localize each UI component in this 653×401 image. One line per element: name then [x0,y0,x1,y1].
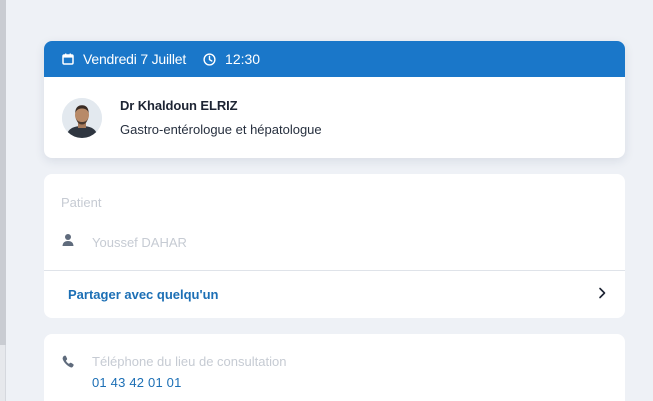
phone-number-link[interactable]: 01 43 42 01 01 [92,375,182,390]
doctor-specialty: Gastro-entérologue et hépatologue [120,122,322,137]
doctor-avatar [62,97,102,138]
page-scrollbar-thumb[interactable] [0,0,6,345]
share-button[interactable]: Partager avec quelqu'un [44,271,625,318]
clock-icon [203,52,216,66]
patient-card: Patient Youssef DAHAR Partager avec quel… [44,174,625,318]
appointment-date: Vendredi 7 Juillet [83,51,187,67]
patient-name: Youssef DAHAR [92,235,187,250]
appointment-time: 12:30 [225,51,261,67]
person-icon [61,233,75,252]
location-card: Téléphone du lieu de consultation 01 43 … [44,334,625,401]
appointment-card: Vendredi 7 Juillet 12:30 Dr Khaldoun ELR… [44,41,625,158]
chevron-right-icon [597,286,607,304]
doctor-text: Dr Khaldoun ELRIZ Gastro-entérologue et … [120,98,322,137]
calendar-icon [62,53,74,65]
appointment-header: Vendredi 7 Juillet 12:30 [44,41,625,77]
phone-icon [62,355,74,373]
patient-label: Patient [61,195,102,210]
share-label: Partager avec quelqu'un [68,287,219,302]
phone-label: Téléphone du lieu de consultation [92,354,287,369]
patient-row: Youssef DAHAR [61,233,187,252]
page-scrollbar[interactable] [0,0,6,401]
doctor-name: Dr Khaldoun ELRIZ [120,98,238,113]
doctor-info: Dr Khaldoun ELRIZ Gastro-entérologue et … [44,77,625,158]
